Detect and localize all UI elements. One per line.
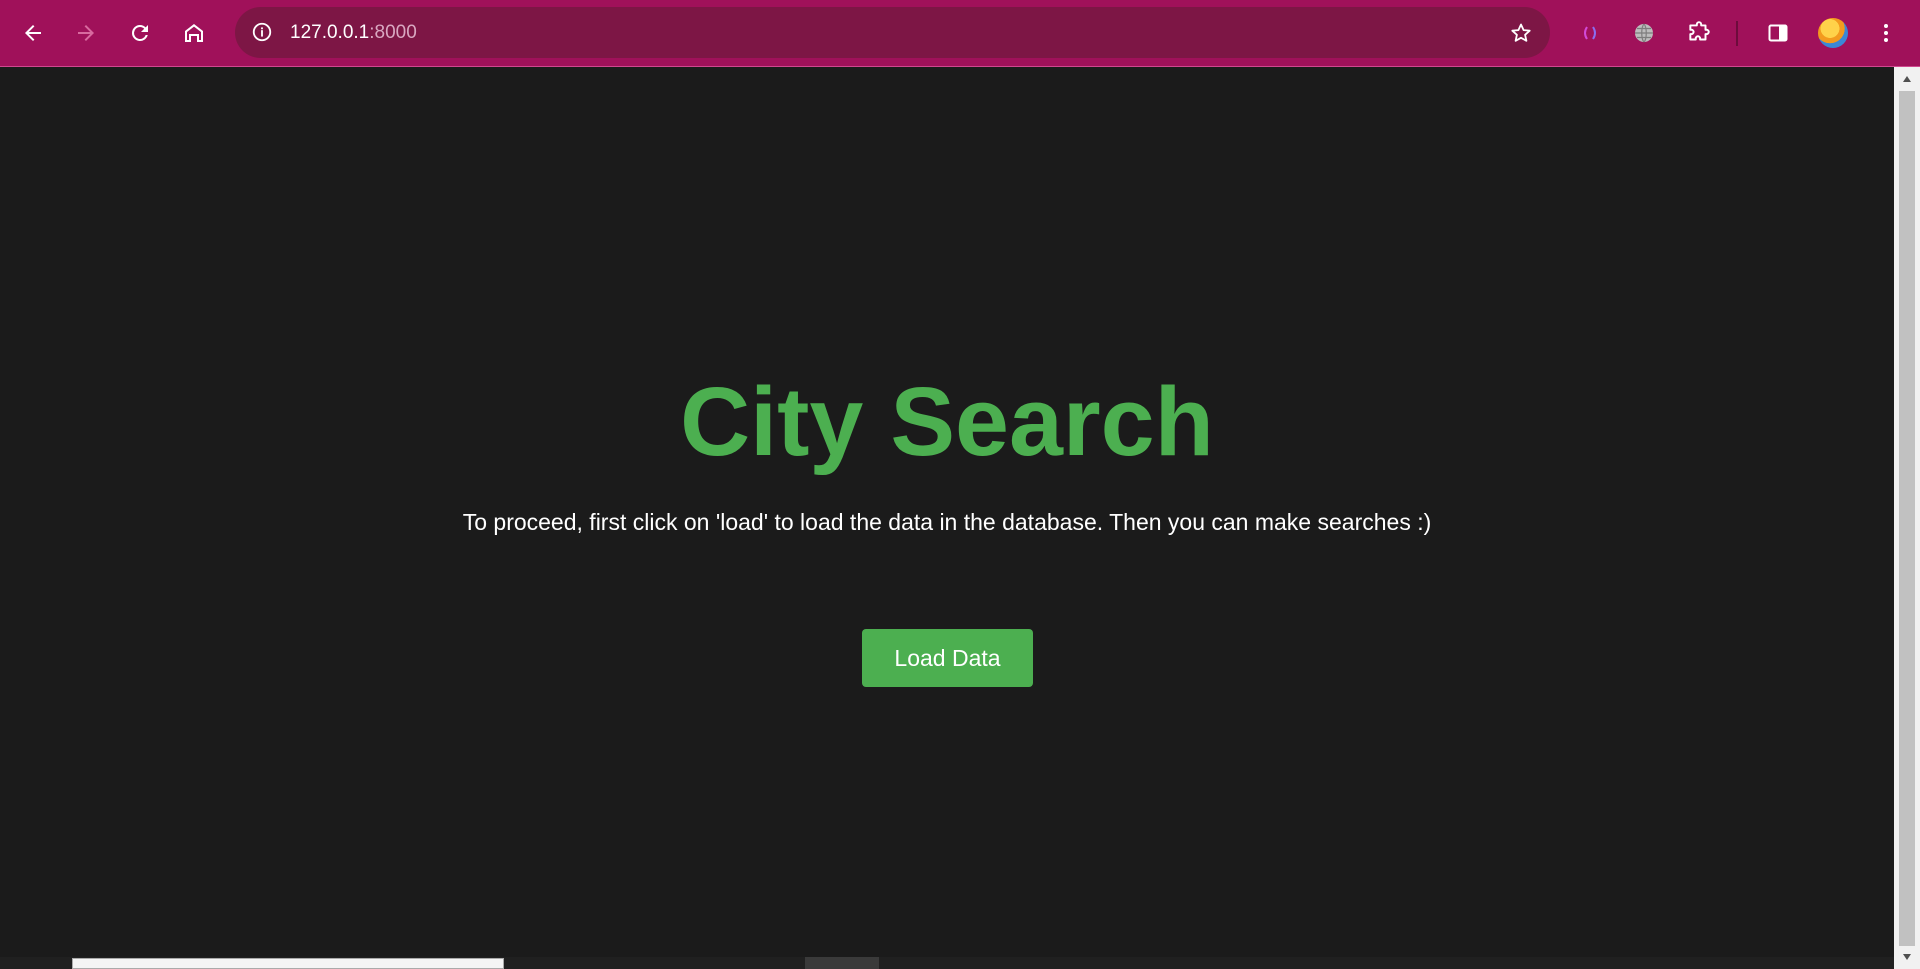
arrow-left-icon: [25, 25, 41, 41]
reload-icon: [132, 25, 148, 41]
browser-toolbar: 127.0.0.1:8000: [0, 0, 1920, 67]
menu-button[interactable]: [1866, 13, 1906, 53]
forward-button[interactable]: [66, 13, 106, 53]
toolbar-divider: [1736, 21, 1738, 46]
home-button[interactable]: [174, 13, 214, 53]
page-title: City Search: [680, 367, 1214, 476]
load-data-button[interactable]: Load Data: [862, 629, 1033, 687]
info-circle-icon[interactable]: [249, 19, 275, 45]
scroll-up-arrow-icon[interactable]: [1894, 69, 1920, 89]
address-bar[interactable]: 127.0.0.1:8000: [235, 7, 1550, 58]
url-host: 127.0.0.1: [290, 22, 370, 43]
taskbar-edge: [0, 957, 1894, 969]
url-port: :8000: [369, 22, 417, 43]
star-outline-icon[interactable]: [1506, 18, 1536, 48]
scroll-down-arrow-icon[interactable]: [1894, 947, 1920, 967]
url-text[interactable]: 127.0.0.1:8000: [290, 7, 417, 58]
reload-button[interactable]: [120, 13, 160, 53]
extensions-button[interactable]: [1679, 13, 1719, 53]
back-button[interactable]: [13, 13, 53, 53]
profile-avatar[interactable]: [1818, 18, 1848, 48]
side-panel-button[interactable]: [1758, 13, 1798, 53]
bracket-extension-button[interactable]: [1570, 13, 1610, 53]
vertical-scrollbar[interactable]: [1894, 67, 1920, 969]
globe-extension-button[interactable]: [1624, 13, 1664, 53]
scrollbar-thumb[interactable]: [1899, 91, 1915, 946]
three-dots-vertical-icon: [1884, 24, 1888, 42]
instructions-text: To proceed, first click on 'load' to loa…: [462, 509, 1432, 535]
taskbar-preview-thumbnail[interactable]: [72, 958, 504, 969]
page-viewport: City Search To proceed, first click on '…: [0, 67, 1894, 969]
puzzle-icon: [1689, 21, 1710, 41]
side-panel-icon: [1768, 24, 1788, 42]
globe-icon: [1635, 23, 1653, 43]
home-icon: [185, 24, 203, 42]
arrow-right-icon: [78, 25, 94, 41]
taskbar-active-item[interactable]: [805, 957, 879, 969]
bracket-extension-icon: [1584, 26, 1596, 40]
